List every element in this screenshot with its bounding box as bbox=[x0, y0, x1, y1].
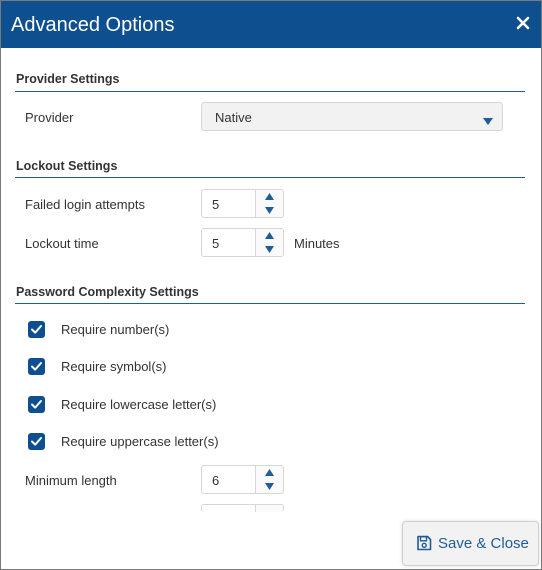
close-icon[interactable] bbox=[515, 15, 531, 31]
lockout-time-value: 5 bbox=[212, 236, 220, 251]
require-symbols-checkbox[interactable] bbox=[28, 358, 45, 375]
save-close-button[interactable]: Save & Close bbox=[402, 521, 539, 566]
save-close-label: Save & Close bbox=[438, 535, 529, 552]
decrement-button[interactable] bbox=[256, 480, 283, 493]
arrow-up-icon bbox=[265, 469, 274, 476]
checkmark-icon bbox=[31, 400, 42, 409]
require-uppercase-checkbox[interactable] bbox=[28, 433, 45, 450]
provider-select[interactable]: Native bbox=[201, 102, 503, 131]
stepper-buttons bbox=[255, 466, 283, 493]
failed-attempts-label: Failed login attempts bbox=[25, 197, 145, 212]
arrow-down-icon bbox=[265, 207, 274, 214]
save-icon bbox=[416, 535, 432, 551]
require-numbers-checkbox[interactable] bbox=[28, 321, 45, 338]
lockout-time-label: Lockout time bbox=[25, 236, 99, 251]
checkmark-icon bbox=[31, 437, 42, 446]
decrement-button[interactable] bbox=[256, 243, 283, 256]
require-uppercase-label: Require uppercase letter(s) bbox=[61, 434, 219, 449]
increment-button[interactable] bbox=[256, 466, 283, 479]
arrow-down-icon bbox=[265, 246, 274, 253]
dialog-title: Advanced Options bbox=[11, 14, 175, 36]
password-complexity-heading: Password Complexity Settings bbox=[16, 285, 199, 299]
password-complexity-divider bbox=[15, 303, 525, 304]
minimum-length-value: 6 bbox=[212, 473, 220, 488]
provider-settings-heading: Provider Settings bbox=[16, 72, 120, 86]
require-lowercase-checkbox[interactable] bbox=[28, 396, 45, 413]
stepper-buttons bbox=[255, 505, 283, 512]
require-symbols-label: Require symbol(s) bbox=[61, 359, 167, 374]
stepper-buttons bbox=[255, 229, 283, 256]
failed-attempts-stepper[interactable]: 5 bbox=[201, 189, 284, 218]
dialog-header: Advanced Options bbox=[1, 1, 541, 48]
dropdown-arrow-icon bbox=[483, 113, 493, 125]
stepper-buttons bbox=[255, 190, 283, 217]
decrement-button[interactable] bbox=[256, 204, 283, 217]
advanced-options-dialog: Advanced Options Provider Settings Provi… bbox=[0, 0, 542, 570]
arrow-down-icon bbox=[265, 483, 274, 490]
provider-select-value: Native bbox=[215, 110, 252, 125]
minimum-length-label: Minimum length bbox=[25, 473, 117, 488]
require-numbers-label: Require number(s) bbox=[61, 322, 170, 337]
minimum-length-stepper[interactable]: 6 bbox=[201, 465, 284, 494]
arrow-up-icon bbox=[265, 193, 274, 200]
partial-stepper[interactable] bbox=[201, 504, 284, 512]
arrow-up-icon bbox=[265, 232, 274, 239]
failed-attempts-value: 5 bbox=[212, 197, 220, 212]
lockout-settings-heading: Lockout Settings bbox=[16, 159, 118, 173]
checkmark-icon bbox=[31, 325, 42, 334]
increment-button[interactable] bbox=[256, 229, 283, 242]
lockout-time-unit: Minutes bbox=[294, 236, 340, 251]
checkmark-icon bbox=[31, 362, 42, 371]
provider-settings-divider bbox=[15, 91, 525, 92]
require-lowercase-label: Require lowercase letter(s) bbox=[61, 397, 217, 412]
provider-label: Provider bbox=[25, 110, 74, 125]
lockout-time-stepper[interactable]: 5 bbox=[201, 228, 284, 257]
increment-button[interactable] bbox=[256, 190, 283, 203]
lockout-settings-divider bbox=[15, 177, 525, 178]
